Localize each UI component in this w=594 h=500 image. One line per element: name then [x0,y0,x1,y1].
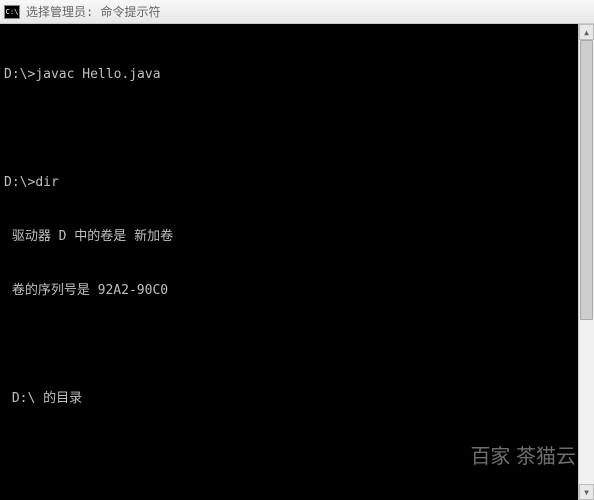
blank-line [4,336,594,354]
cmd-icon: C:\ [4,5,20,19]
directory-heading: D:\ 的目录 [4,390,594,408]
window-title: 选择管理员: 命令提示符 [26,3,160,20]
volume-serial-line: 卷的序列号是 92A2-90C0 [4,282,594,300]
scroll-down-button[interactable]: ▼ [579,484,594,500]
scroll-track[interactable] [579,40,594,484]
command-line-1: D:\>javac Hello.java [4,66,594,84]
scroll-up-button[interactable]: ▲ [579,24,594,40]
blank-line [4,120,594,138]
command-line-2: D:\>dir [4,174,594,192]
terminal-output[interactable]: D:\>javac Hello.java D:\>dir 驱动器 D 中的卷是 … [0,24,594,500]
vertical-scrollbar[interactable]: ▲ ▼ [578,24,594,500]
blank-line [4,444,594,462]
scroll-thumb[interactable] [580,40,593,320]
window-titlebar[interactable]: C:\ 选择管理员: 命令提示符 [0,0,594,24]
volume-label-line: 驱动器 D 中的卷是 新加卷 [4,228,594,246]
